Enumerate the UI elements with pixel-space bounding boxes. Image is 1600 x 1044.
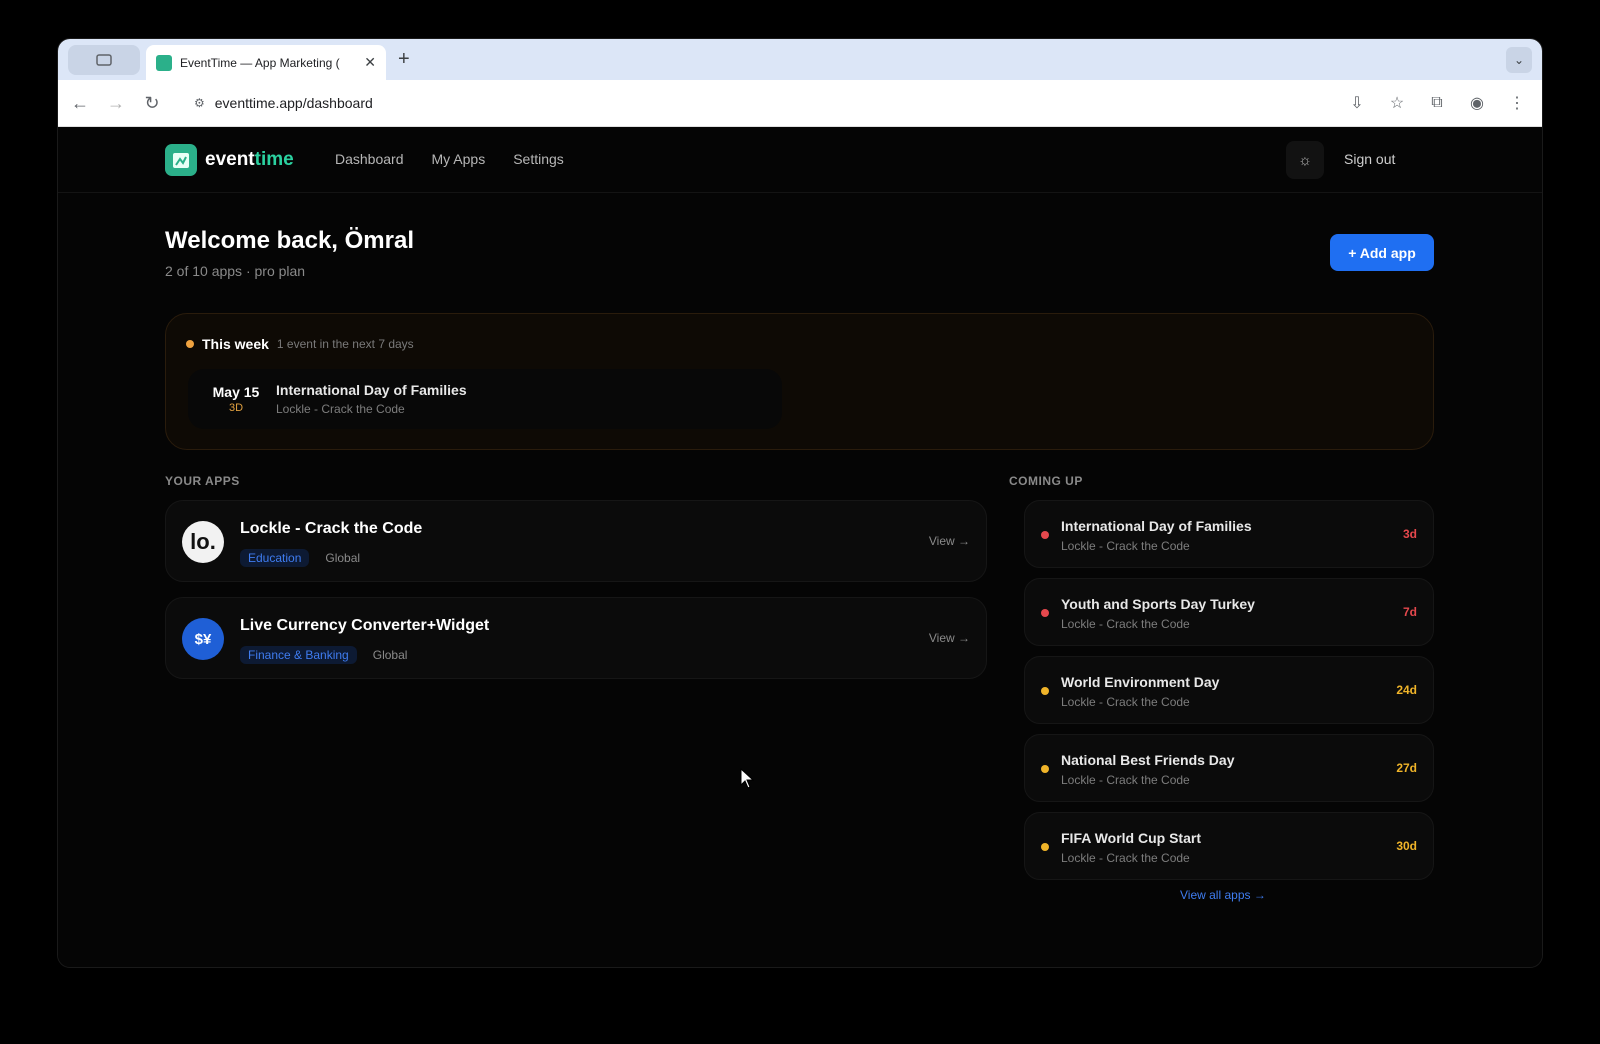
logo-text: eventtime (205, 149, 294, 170)
upcoming-event-app: Lockle - Crack the Code (1061, 773, 1190, 787)
region-badge: Global (372, 648, 408, 662)
forward-icon[interactable]: → (98, 85, 134, 121)
upcoming-event[interactable]: World Environment Day Lockle - Crack the… (1024, 656, 1434, 724)
reload-icon[interactable]: ↻ (134, 85, 170, 121)
this-week-panel: This week 1 event in the next 7 days May… (165, 313, 1434, 450)
star-icon[interactable]: ☆ (1380, 86, 1414, 120)
upcoming-event-days: 3d (1402, 527, 1417, 541)
page-title: Welcome back, Ömral (165, 227, 414, 254)
status-dot (186, 340, 194, 348)
this-week-event[interactable]: May 15 3D International Day of Families … (188, 369, 782, 429)
priority-dot (1041, 531, 1049, 539)
category-badge: Finance & Banking (240, 646, 357, 664)
upcoming-event[interactable]: National Best Friends Day Lockle - Crack… (1024, 734, 1434, 802)
app-logo-icon: lo. (182, 521, 224, 563)
logo-icon (165, 144, 197, 176)
upcoming-event-name: International Day of Families (1061, 518, 1252, 534)
upcoming-event-days: 27d (1396, 761, 1417, 775)
favicon-icon (156, 54, 172, 71)
close-icon[interactable]: ✕ (364, 54, 376, 71)
view-app-link[interactable]: View → (929, 534, 970, 548)
mouse-cursor-icon (740, 768, 755, 789)
app-name: Live Currency Converter+Widget (240, 617, 490, 634)
tab-strip: EventTime — App Marketing ( ✕ + ⌄ (58, 39, 1542, 80)
view-all-apps-link[interactable]: View all apps → (1180, 888, 1266, 902)
tab-eventtime[interactable]: EventTime — App Marketing ( ✕ (146, 45, 386, 80)
your-apps-label: YOUR APPS (165, 474, 240, 488)
nav-dashboard[interactable]: Dashboard (335, 151, 404, 167)
upcoming-event-name: Youth and Sports Day Turkey (1061, 596, 1255, 612)
tab-title: EventTime — App Marketing ( (180, 55, 340, 70)
top-nav: eventtime Dashboard My Apps Settings ☼ S… (58, 127, 1542, 193)
chevron-down-icon[interactable]: ⌄ (1506, 47, 1532, 73)
upcoming-event-name: National Best Friends Day (1061, 752, 1235, 768)
url-text: eventtime.app/dashboard (214, 95, 373, 111)
upcoming-event-name: World Environment Day (1061, 674, 1220, 690)
event-name: International Day of Families (276, 382, 467, 398)
profile-icon[interactable]: ◉ (1460, 86, 1494, 120)
category-badge: Education (240, 549, 310, 567)
sun-icon[interactable]: ☼ (1286, 141, 1324, 179)
upcoming-event-app: Lockle - Crack the Code (1061, 539, 1190, 553)
priority-dot (1041, 609, 1049, 617)
priority-dot (1041, 687, 1049, 695)
extensions-icon[interactable]: ⧉ (1420, 86, 1454, 120)
upcoming-event-app: Lockle - Crack the Code (1061, 851, 1190, 865)
kebab-menu-icon[interactable]: ⋮ (1500, 86, 1534, 120)
add-app-button[interactable]: + Add app (1330, 234, 1434, 271)
browser-toolbar: ← → ↻ ⚙ eventtime.app/dashboard ⇩ ☆ ⧉ ◉ … (58, 80, 1542, 127)
site-settings-icon[interactable]: ⚙ (194, 96, 205, 110)
upcoming-event-days: 7d (1402, 605, 1417, 619)
install-icon[interactable]: ⇩ (1340, 86, 1374, 120)
back-icon[interactable]: ← (62, 85, 98, 121)
upcoming-event[interactable]: Youth and Sports Day Turkey Lockle - Cra… (1024, 578, 1434, 646)
upcoming-event[interactable]: FIFA World Cup Start Lockle - Crack the … (1024, 812, 1434, 880)
region-badge: Global (325, 551, 361, 565)
this-week-title: This week (202, 336, 269, 352)
plan-summary: 2 of 10 apps · pro plan (165, 263, 306, 279)
upcoming-event-days: 30d (1396, 839, 1417, 853)
upcoming-event-app: Lockle - Crack the Code (1061, 617, 1190, 631)
this-week-subtitle: 1 event in the next 7 days (276, 337, 414, 351)
upcoming-event[interactable]: International Day of Families Lockle - C… (1024, 500, 1434, 568)
tab-group-icon[interactable] (68, 45, 140, 75)
logo[interactable]: eventtime (165, 144, 294, 176)
event-days-left: 3D (228, 402, 244, 414)
app-name: Lockle - Crack the Code (240, 520, 423, 537)
priority-dot (1041, 843, 1049, 851)
new-tab-button[interactable]: + (398, 48, 410, 71)
nav-my-apps[interactable]: My Apps (432, 151, 486, 167)
view-app-link[interactable]: View → (929, 631, 970, 645)
address-bar[interactable]: ⚙ eventtime.app/dashboard (182, 86, 1276, 120)
app-page: eventtime Dashboard My Apps Settings ☼ S… (58, 127, 1542, 967)
upcoming-event-days: 24d (1396, 683, 1417, 697)
currency-app-icon: $¥ (182, 618, 224, 660)
nav-settings[interactable]: Settings (513, 151, 564, 167)
app-card[interactable]: lo. Lockle - Crack the Code Education Gl… (165, 500, 987, 582)
event-date: May 15 (212, 384, 260, 400)
coming-up-label: COMING UP (1009, 474, 1083, 488)
app-card[interactable]: $¥ Live Currency Converter+Widget Financ… (165, 597, 987, 679)
priority-dot (1041, 765, 1049, 773)
event-app: Lockle - Crack the Code (276, 402, 405, 416)
upcoming-event-name: FIFA World Cup Start (1061, 830, 1201, 846)
upcoming-event-app: Lockle - Crack the Code (1061, 695, 1190, 709)
browser-window: EventTime — App Marketing ( ✕ + ⌄ ← → ↻ … (58, 39, 1542, 967)
sign-out-button[interactable]: Sign out (1344, 151, 1395, 167)
